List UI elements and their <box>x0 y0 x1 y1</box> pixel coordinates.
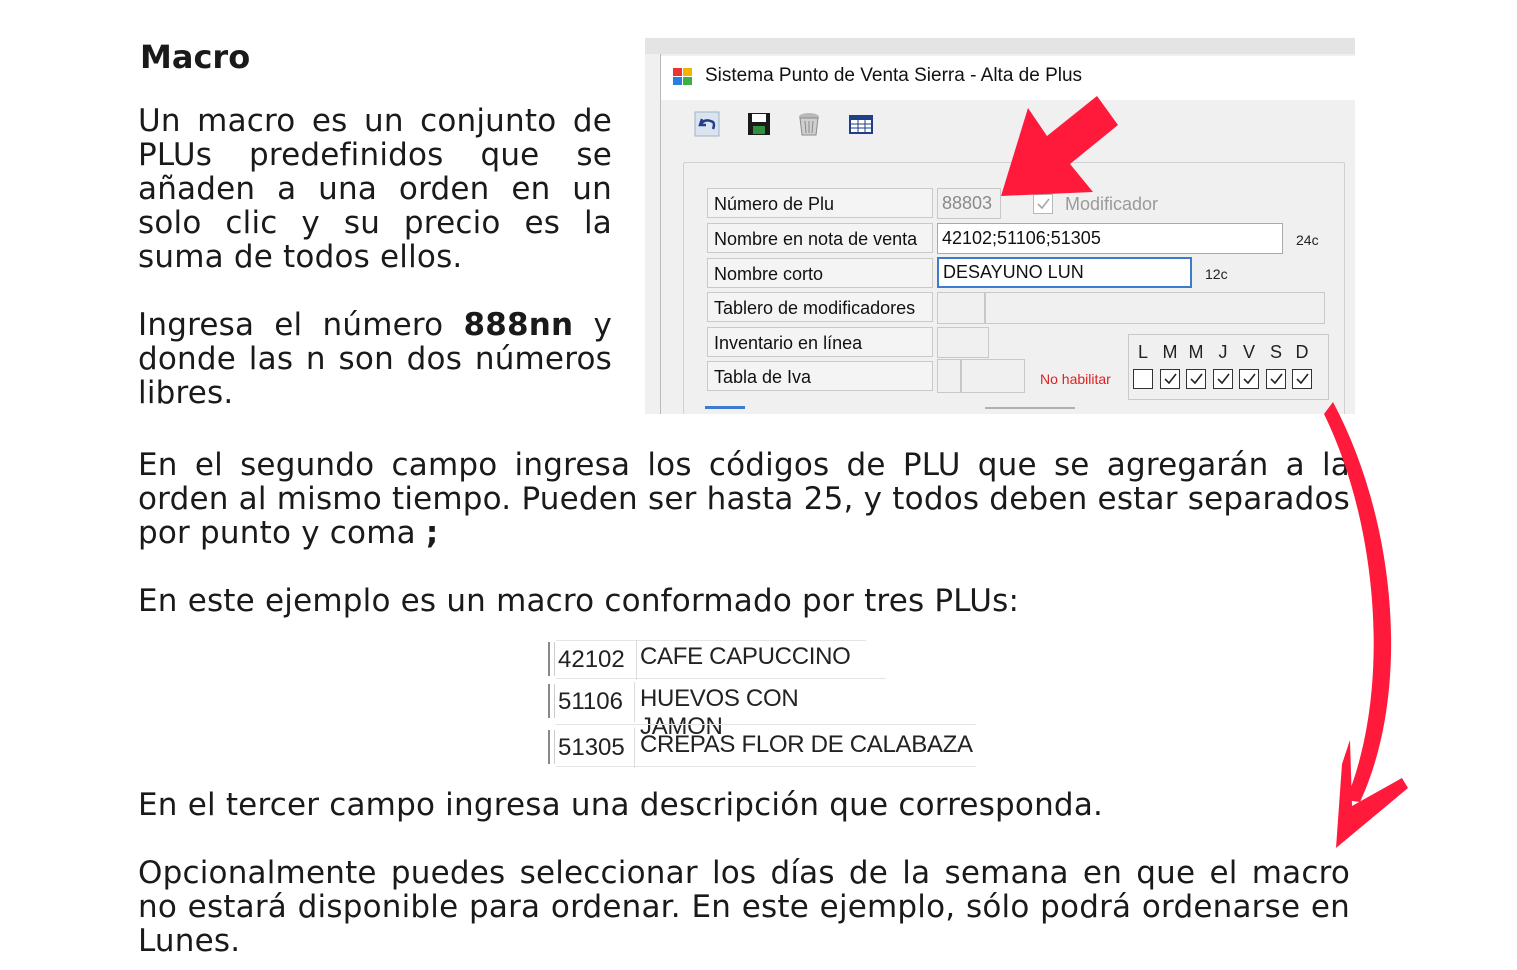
red-arrow-to-plu-number-icon <box>1001 96 1118 196</box>
annotation-arrows <box>1001 96 1408 848</box>
red-curved-arrow-icon <box>1324 402 1392 802</box>
